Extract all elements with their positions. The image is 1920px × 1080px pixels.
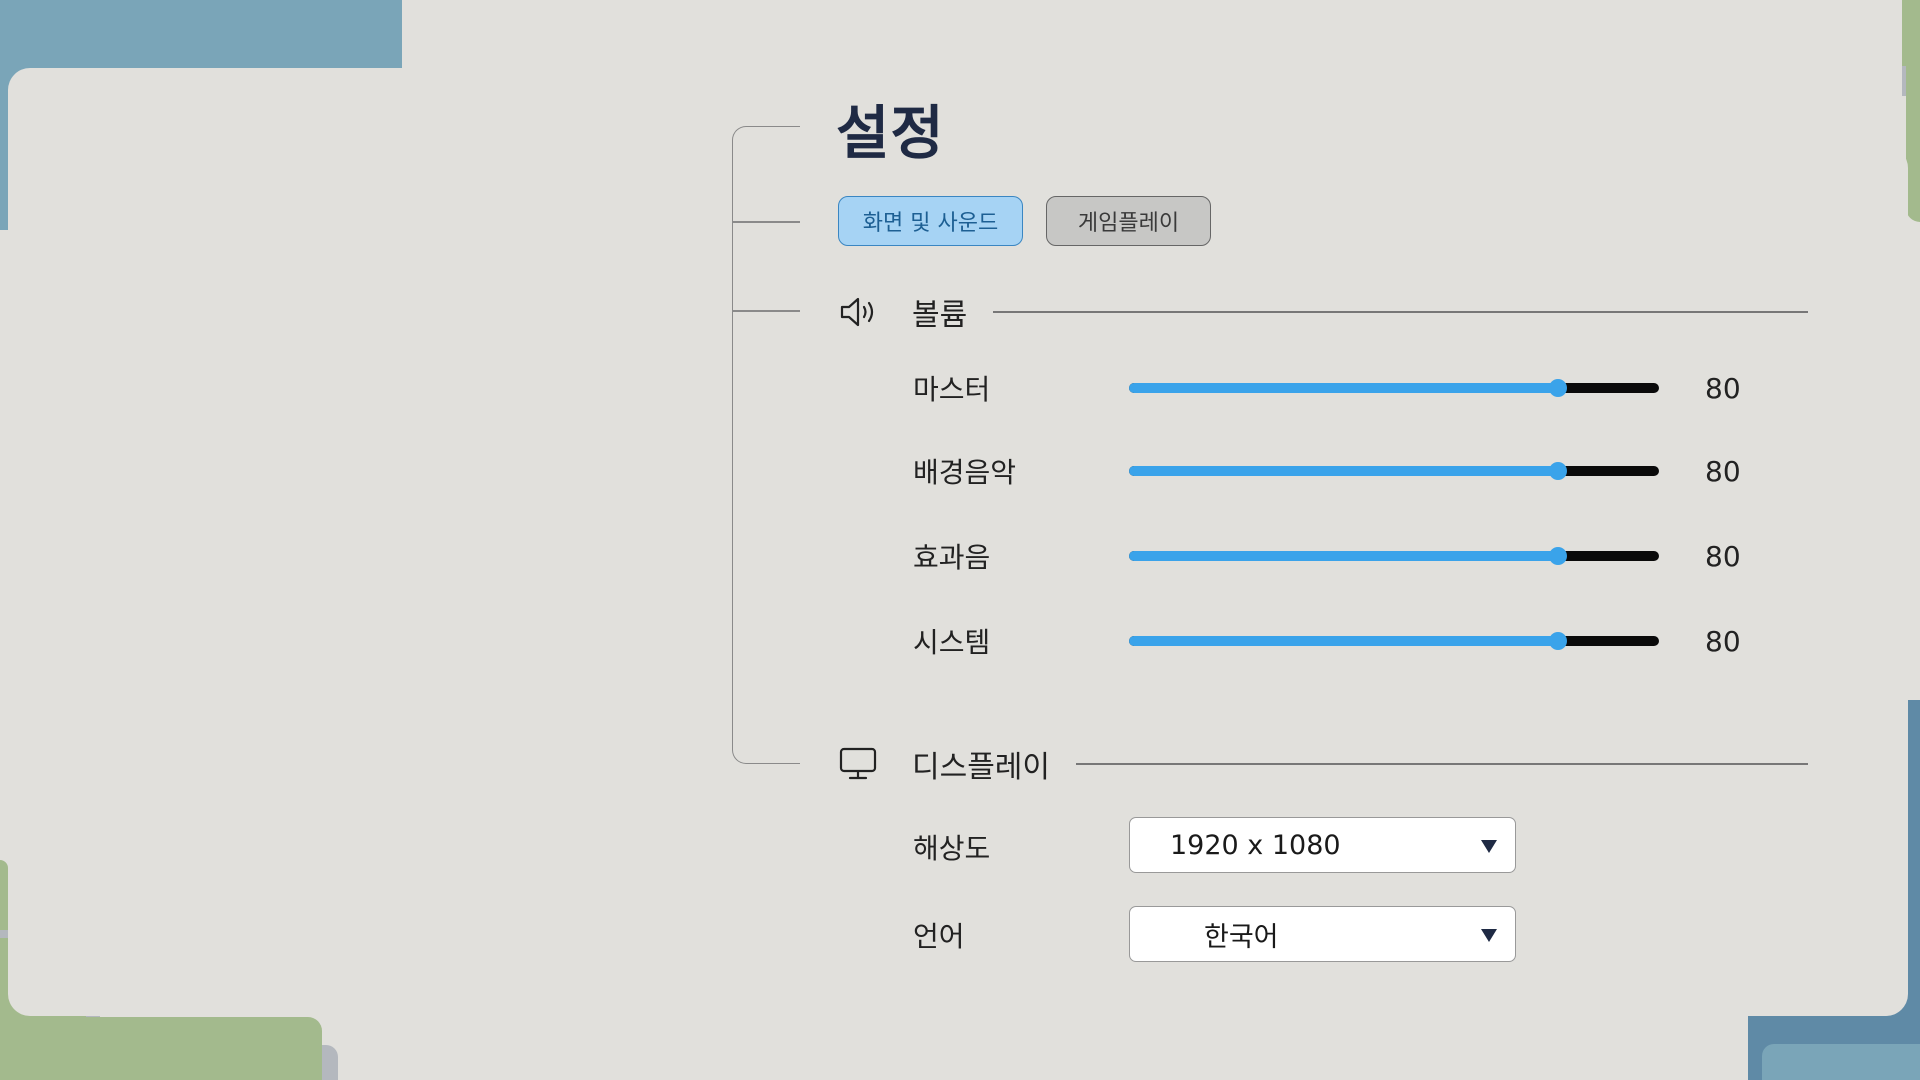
slider-thumb[interactable] [1549,379,1568,397]
language-label: 언어 [913,920,965,953]
page-title: 설정 [836,99,945,167]
volume-section-header: 볼륨 [838,290,1808,334]
decor-block [0,860,8,930]
monitor-icon [838,744,878,784]
slider-label: 배경음악 [913,456,1017,489]
decor-block [0,1017,322,1080]
display-section-header: 디스플레이 [838,742,1808,786]
language-value: 한국어 [1204,921,1279,953]
slider-thumb[interactable] [1549,632,1568,650]
resolution-label: 해상도 [913,832,991,865]
volume-row-system: 시스템 80 [913,621,1753,661]
slider-label: 마스터 [913,373,991,406]
tab-gameplay[interactable]: 게임플레이 [1046,196,1211,246]
slider-fill [1129,551,1559,561]
master-volume-slider[interactable] [1129,379,1659,397]
resolution-value: 1920 x 1080 [1170,829,1341,861]
display-section-label: 디스플레이 [912,750,1050,785]
slider-value: 80 [1705,539,1741,573]
slider-thumb[interactable] [1549,462,1568,480]
dropdown-arrow-icon [1481,840,1497,853]
speaker-icon [838,292,878,332]
sfx-volume-slider[interactable] [1129,547,1659,565]
divider [993,311,1808,313]
bgm-volume-slider[interactable] [1129,462,1659,480]
divider [1076,763,1808,765]
decor-block [1906,0,1920,222]
slider-label: 효과음 [913,541,991,574]
slider-value: 80 [1705,371,1741,405]
slider-value: 80 [1705,454,1741,488]
resolution-dropdown[interactable]: 1920 x 1080 [1129,817,1516,873]
slider-fill [1129,466,1559,476]
decor-block [1762,1044,1920,1080]
settings-screen: 설정 화면 및 사운드 게임플레이 볼륨 마스터 80 배경음악 80 효과음 … [0,0,1920,1080]
volume-row-bgm: 배경음악 80 [913,451,1753,491]
dropdown-arrow-icon [1481,929,1497,942]
bracket-tick [733,221,800,223]
slider-label: 시스템 [913,626,991,659]
slider-value: 80 [1705,624,1741,658]
bracket-tick [733,310,800,312]
slider-fill [1129,383,1559,393]
volume-section-label: 볼륨 [912,298,968,333]
system-volume-slider[interactable] [1129,632,1659,650]
volume-row-master: 마스터 80 [913,368,1753,408]
slider-fill [1129,636,1559,646]
volume-row-sfx: 효과음 80 [913,536,1753,576]
slider-thumb[interactable] [1549,547,1568,565]
tab-display-sound[interactable]: 화면 및 사운드 [838,196,1023,246]
language-dropdown[interactable]: 한국어 [1129,906,1516,962]
